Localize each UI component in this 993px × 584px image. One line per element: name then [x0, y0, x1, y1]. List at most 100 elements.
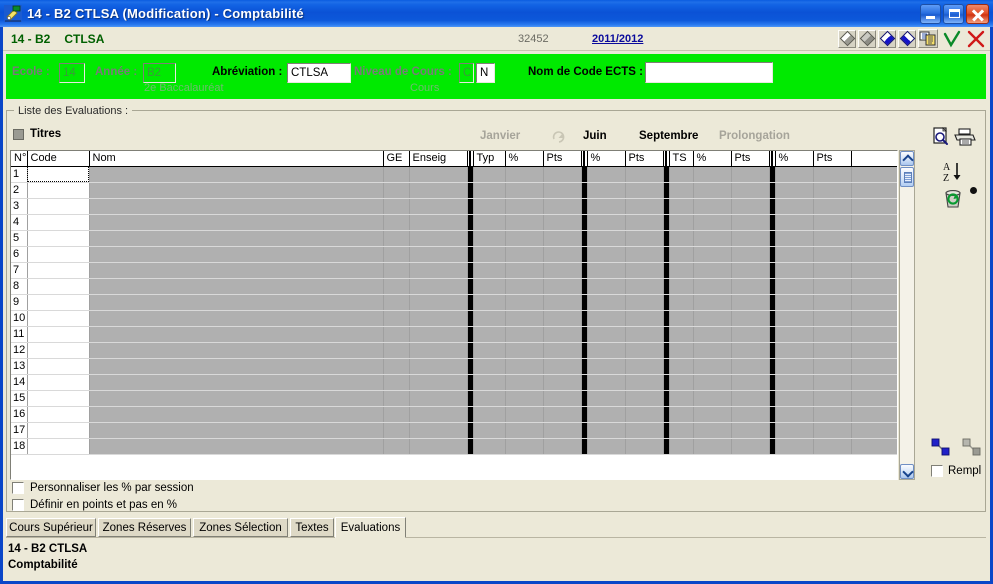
cell-jan_pc[interactable]	[505, 326, 544, 343]
cell-code[interactable]	[27, 358, 90, 375]
cell-nom[interactable]	[89, 422, 384, 439]
printer-icon[interactable]	[954, 128, 976, 149]
cell-jun_pt[interactable]	[625, 342, 664, 359]
cell-pro_pc[interactable]	[775, 262, 814, 279]
table-row[interactable]: 13	[11, 358, 897, 375]
cell-ge[interactable]	[383, 278, 410, 295]
cell-typ[interactable]	[473, 182, 506, 199]
cell-jun_pt[interactable]	[625, 262, 664, 279]
cell-jan_pt[interactable]	[543, 326, 582, 343]
cell-code[interactable]	[27, 182, 90, 199]
checkbox-personnaliser-box[interactable]	[12, 482, 24, 494]
cell-ts[interactable]	[669, 294, 694, 311]
grid-column-header-nom[interactable]: Nom	[89, 151, 384, 167]
cell-code[interactable]	[27, 294, 90, 311]
cell-enseig[interactable]	[409, 310, 468, 327]
cell-ge[interactable]	[383, 326, 410, 343]
cell-ts[interactable]	[669, 198, 694, 215]
cell-jun_pc[interactable]	[587, 246, 626, 263]
cell-pro_pc[interactable]	[775, 198, 814, 215]
cell-jan_pc[interactable]	[505, 374, 544, 391]
cell-sep_pt[interactable]	[731, 422, 770, 439]
cell-jan_pt[interactable]	[543, 438, 582, 455]
cell-jan_pc[interactable]	[505, 182, 544, 199]
cell-typ[interactable]	[473, 262, 506, 279]
cell-typ[interactable]	[473, 310, 506, 327]
cell-jan_pc[interactable]	[505, 198, 544, 215]
cell-nom[interactable]	[89, 294, 384, 311]
cell-pro_pt[interactable]	[813, 182, 852, 199]
cell-typ[interactable]	[473, 214, 506, 231]
cell-jun_pc[interactable]	[587, 198, 626, 215]
cell-jun_pc[interactable]	[587, 390, 626, 407]
table-row[interactable]: 14	[11, 374, 897, 391]
cell-nom[interactable]	[89, 166, 384, 183]
cell-sep_pt[interactable]	[731, 390, 770, 407]
cell-nom[interactable]	[89, 374, 384, 391]
cell-typ[interactable]	[473, 294, 506, 311]
cell-jun_pc[interactable]	[587, 294, 626, 311]
cell-enseig[interactable]	[409, 406, 468, 423]
cell-code[interactable]	[27, 198, 90, 215]
cell-pro_pc[interactable]	[775, 390, 814, 407]
cell-pro_pc[interactable]	[775, 326, 814, 343]
cell-sep_pc[interactable]	[693, 278, 732, 295]
grid-column-header-pro_pc[interactable]: %	[775, 151, 814, 167]
cell-jun_pt[interactable]	[625, 326, 664, 343]
cell-code[interactable]	[27, 262, 90, 279]
cell-jan_pt[interactable]	[543, 390, 582, 407]
cell-sep_pt[interactable]	[731, 246, 770, 263]
cell-code[interactable]	[27, 438, 90, 455]
cell-sep_pt[interactable]	[731, 374, 770, 391]
cell-jan_pc[interactable]	[505, 390, 544, 407]
cell-pro_pc[interactable]	[775, 230, 814, 247]
cell-sep_pc[interactable]	[693, 326, 732, 343]
cell-ts[interactable]	[669, 342, 694, 359]
cell-jun_pt[interactable]	[625, 278, 664, 295]
table-row[interactable]: 4	[11, 214, 897, 231]
cell-code[interactable]	[27, 278, 90, 295]
table-row[interactable]: 16	[11, 406, 897, 423]
cell-sep_pc[interactable]	[693, 422, 732, 439]
tab-evaluations[interactable]: Evaluations	[335, 517, 406, 538]
cell-enseig[interactable]	[409, 182, 468, 199]
cell-code[interactable]	[27, 342, 90, 359]
cell-ts[interactable]	[669, 166, 694, 183]
cell-enseig[interactable]	[409, 198, 468, 215]
cell-jun_pc[interactable]	[587, 262, 626, 279]
cell-pro_pt[interactable]	[813, 390, 852, 407]
rempl-checkbox[interactable]	[931, 465, 943, 477]
cell-jan_pc[interactable]	[505, 246, 544, 263]
cell-jan_pc[interactable]	[505, 438, 544, 455]
cell-jan_pc[interactable]	[505, 406, 544, 423]
cell-ts[interactable]	[669, 422, 694, 439]
cell-ts[interactable]	[669, 406, 694, 423]
cell-typ[interactable]	[473, 390, 506, 407]
cell-jun_pc[interactable]	[587, 278, 626, 295]
cell-jan_pt[interactable]	[543, 294, 582, 311]
cell-sep_pc[interactable]	[693, 246, 732, 263]
cell-ge[interactable]	[383, 374, 410, 391]
close-button[interactable]	[966, 3, 989, 24]
cell-ts[interactable]	[669, 182, 694, 199]
cell-ge[interactable]	[383, 310, 410, 327]
cell-jun_pc[interactable]	[587, 214, 626, 231]
link-connector-gray-icon[interactable]	[961, 437, 983, 460]
cell-typ[interactable]	[473, 326, 506, 343]
cell-jan_pt[interactable]	[543, 358, 582, 375]
table-row[interactable]: 8	[11, 278, 897, 295]
cell-jan_pc[interactable]	[505, 230, 544, 247]
scroll-up-button[interactable]	[900, 151, 914, 166]
cell-sep_pc[interactable]	[693, 374, 732, 391]
cell-code[interactable]	[27, 214, 90, 231]
cell-ge[interactable]	[383, 214, 410, 231]
table-row[interactable]: 12	[11, 342, 897, 359]
table-row[interactable]: 6	[11, 246, 897, 263]
cell-sep_pt[interactable]	[731, 230, 770, 247]
cell-nom[interactable]	[89, 326, 384, 343]
cell-jun_pc[interactable]	[587, 358, 626, 375]
cell-ge[interactable]	[383, 342, 410, 359]
cell-ge[interactable]	[383, 262, 410, 279]
cell-enseig[interactable]	[409, 262, 468, 279]
cell-code[interactable]	[27, 422, 90, 439]
